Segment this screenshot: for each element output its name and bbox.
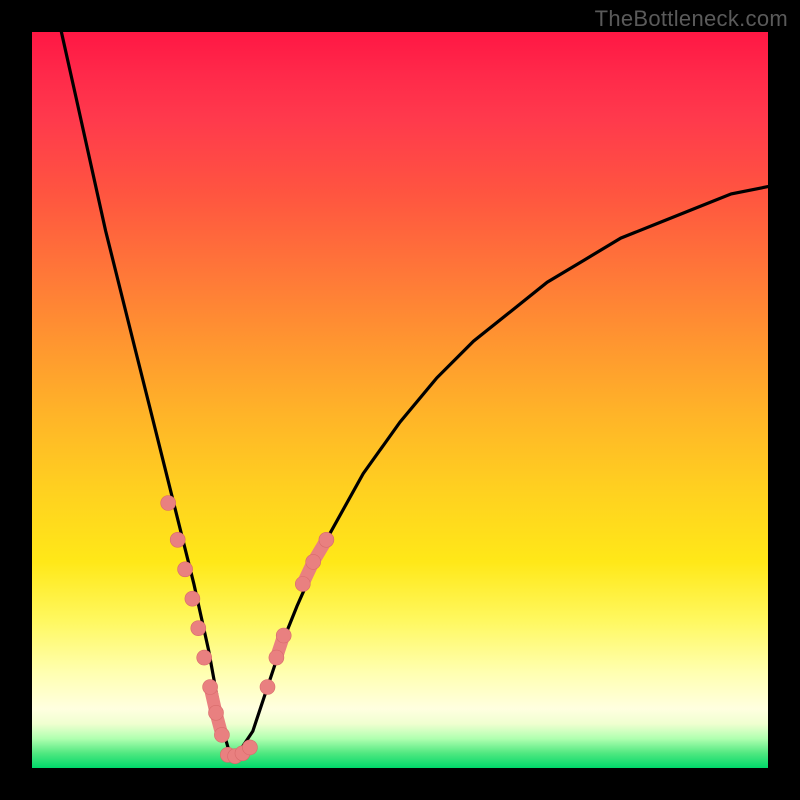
data-point <box>242 740 257 755</box>
curve-layer <box>61 32 768 757</box>
chart-svg <box>32 32 768 768</box>
data-point <box>197 650 212 665</box>
data-point <box>306 554 321 569</box>
chart-frame: TheBottleneck.com <box>0 0 800 800</box>
data-point <box>319 532 334 547</box>
data-point <box>203 680 218 695</box>
data-point <box>269 650 284 665</box>
marker-layer <box>161 496 334 764</box>
data-point <box>209 705 224 720</box>
data-point <box>170 532 185 547</box>
bottleneck-curve <box>61 32 768 757</box>
data-point <box>191 621 206 636</box>
watermark-text: TheBottleneck.com <box>595 6 788 32</box>
data-point <box>295 577 310 592</box>
plot-area <box>32 32 768 768</box>
data-point <box>161 496 176 511</box>
data-point <box>214 727 229 742</box>
data-point <box>178 562 193 577</box>
data-point <box>260 680 275 695</box>
data-point <box>276 628 291 643</box>
data-point <box>185 591 200 606</box>
